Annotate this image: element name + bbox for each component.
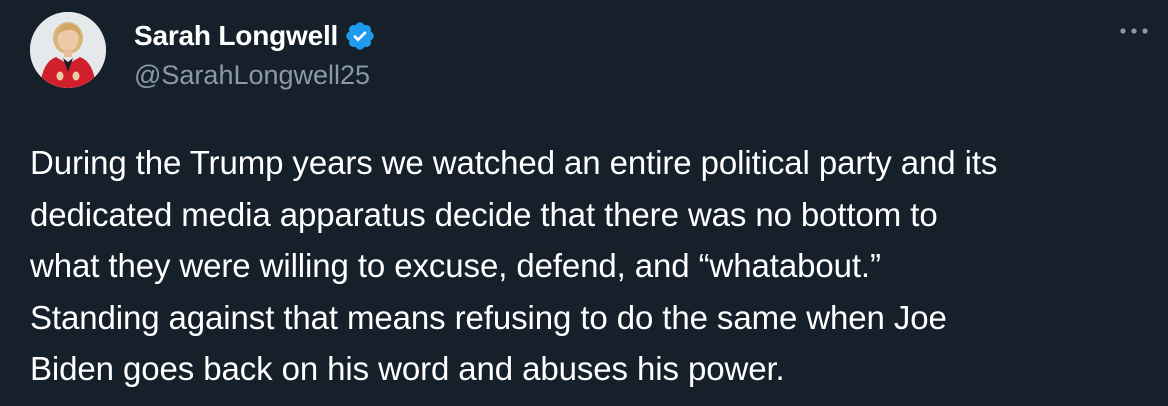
tweet-text-line: dedicated media apparatus decide that th… [30,195,938,233]
author-name-row: Sarah Longwell [134,16,376,56]
author-handle[interactable]: @SarahLongwell25 [134,60,370,91]
tweet-text: During the Trump years we watched an ent… [30,137,1160,395]
avatar[interactable] [30,12,106,88]
tweet-card: Sarah Longwell @SarahLongwell25 During t… [0,0,1168,406]
more-options-button[interactable] [1112,16,1156,46]
tweet-text-line: During the Trump years we watched an ent… [30,144,998,181]
avatar-photo-icon [30,12,106,88]
more-horizontal-icon [1120,28,1148,34]
tweet-text-line: what they were willing to excuse, defend… [30,247,881,284]
tweet-text-line: Biden goes back on his word and abuses h… [30,350,785,387]
tweet-text-line: Standing against that means refusing to … [30,298,947,336]
verified-badge-icon [344,20,376,52]
display-name[interactable]: Sarah Longwell [134,20,338,52]
